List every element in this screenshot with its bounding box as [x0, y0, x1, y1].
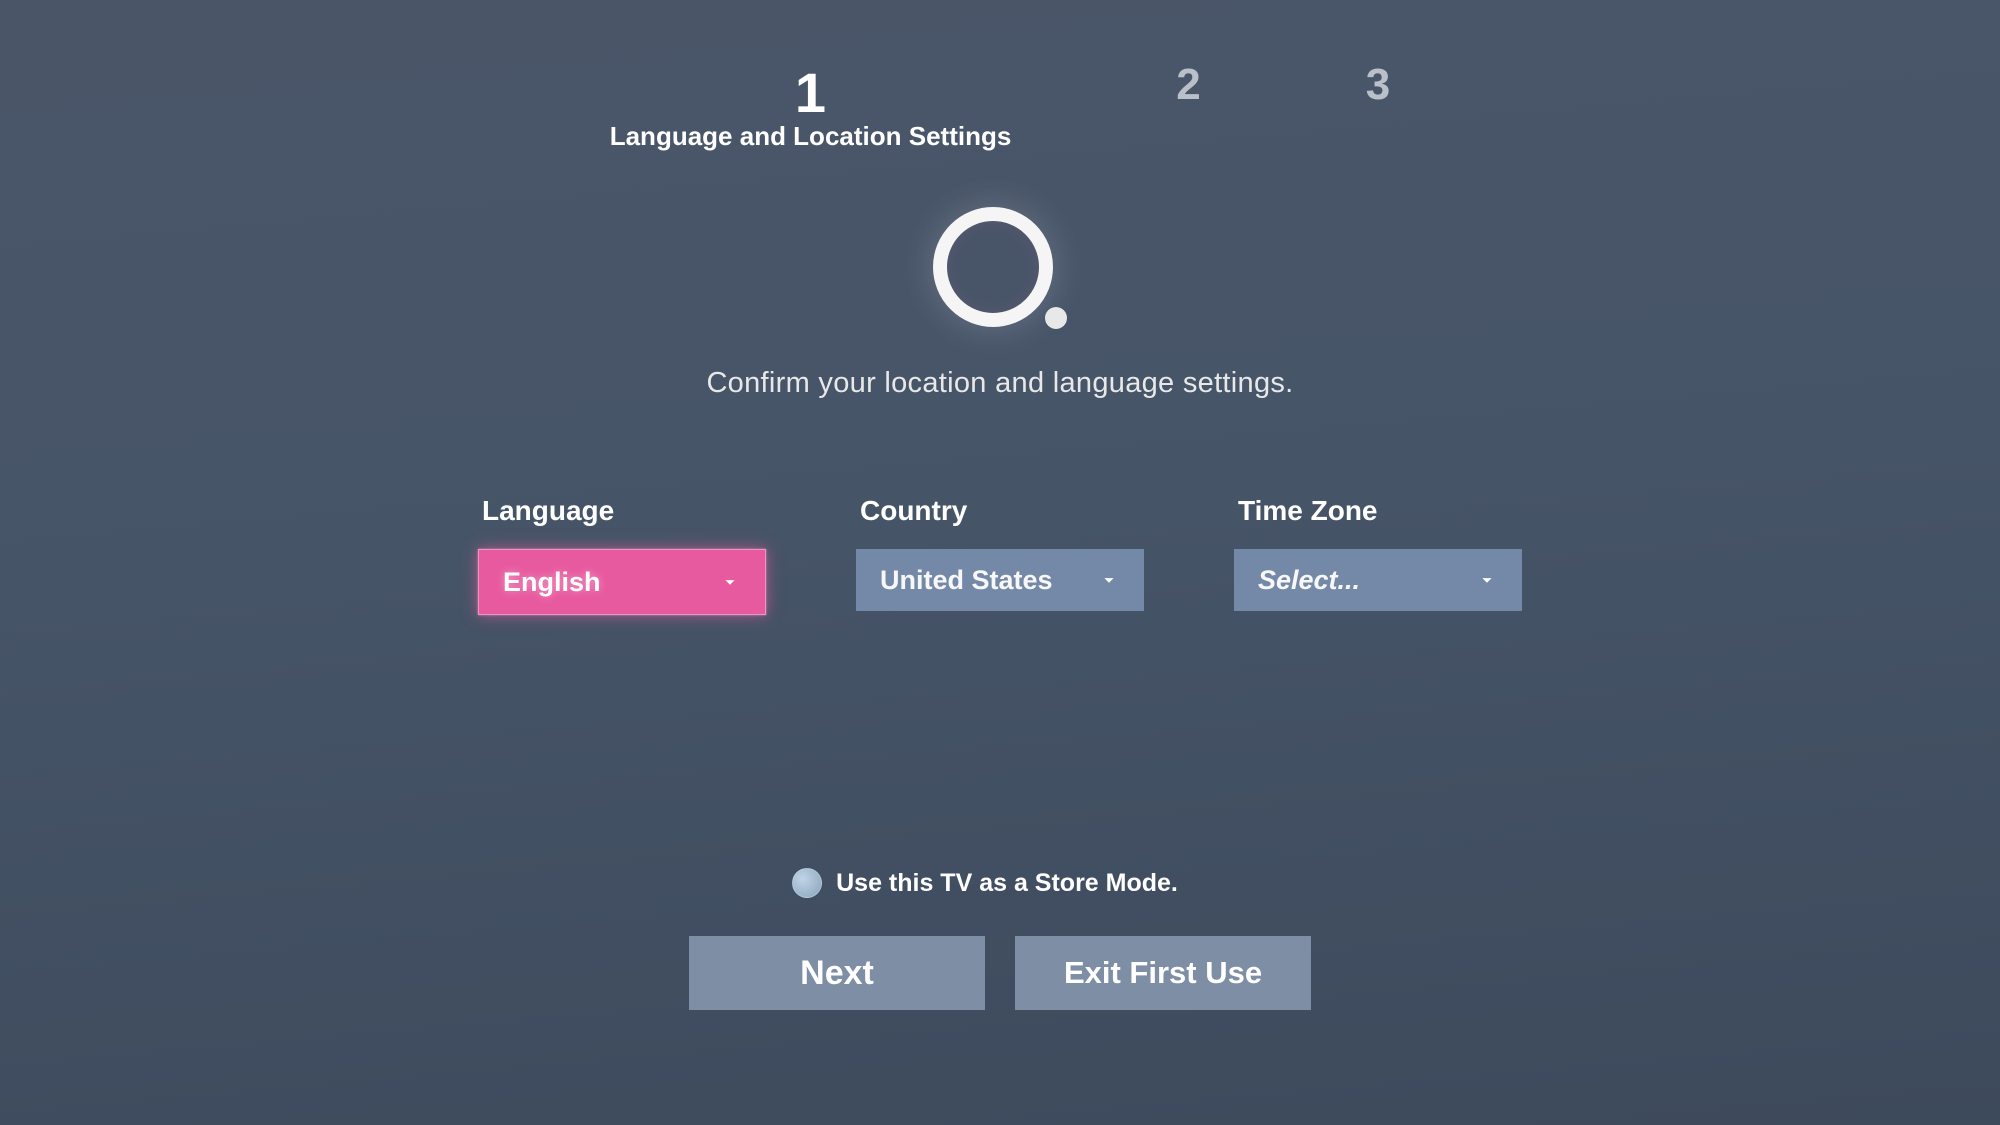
dropdown-value: English [503, 567, 601, 598]
language-label: Language [478, 495, 766, 527]
language-field: Language English [478, 495, 766, 615]
store-mode-option[interactable]: Use this TV as a Store Mode. [792, 868, 1178, 898]
store-mode-label: Use this TV as a Store Mode. [836, 869, 1178, 898]
logo-icon [933, 207, 1067, 327]
language-dropdown[interactable]: English [478, 549, 766, 615]
timezone-field: Time Zone Select... [1234, 495, 1522, 615]
setup-screen: 1 Language and Location Settings 2 3 Con… [0, 0, 2000, 1125]
step-label: Language and Location Settings [610, 121, 1012, 152]
step-number: 1 [795, 60, 826, 125]
footer: Use this TV as a Store Mode. Next Exit F… [0, 868, 2000, 1010]
page-subtitle: Confirm your location and language setti… [706, 367, 1293, 400]
step-3: 3 [1366, 60, 1390, 110]
step-indicator: 1 Language and Location Settings 2 3 [610, 60, 1391, 152]
exit-first-use-button[interactable]: Exit First Use [1015, 936, 1311, 1010]
step-2: 2 [1176, 60, 1200, 110]
next-button[interactable]: Next [689, 936, 985, 1010]
settings-form: Language English Country United States T… [478, 495, 1522, 615]
button-row: Next Exit First Use [689, 936, 1311, 1010]
timezone-dropdown[interactable]: Select... [1234, 549, 1522, 611]
chevron-down-icon [719, 571, 741, 593]
step-number: 3 [1366, 60, 1390, 110]
step-1: 1 Language and Location Settings [610, 60, 1012, 152]
step-number: 2 [1176, 60, 1200, 110]
country-label: Country [856, 495, 1144, 527]
timezone-label: Time Zone [1234, 495, 1522, 527]
radio-icon [792, 868, 822, 898]
dropdown-value: Select... [1258, 565, 1360, 596]
country-dropdown[interactable]: United States [856, 549, 1144, 611]
chevron-down-icon [1098, 569, 1120, 591]
country-field: Country United States [856, 495, 1144, 615]
chevron-down-icon [1476, 569, 1498, 591]
dropdown-value: United States [880, 565, 1053, 596]
